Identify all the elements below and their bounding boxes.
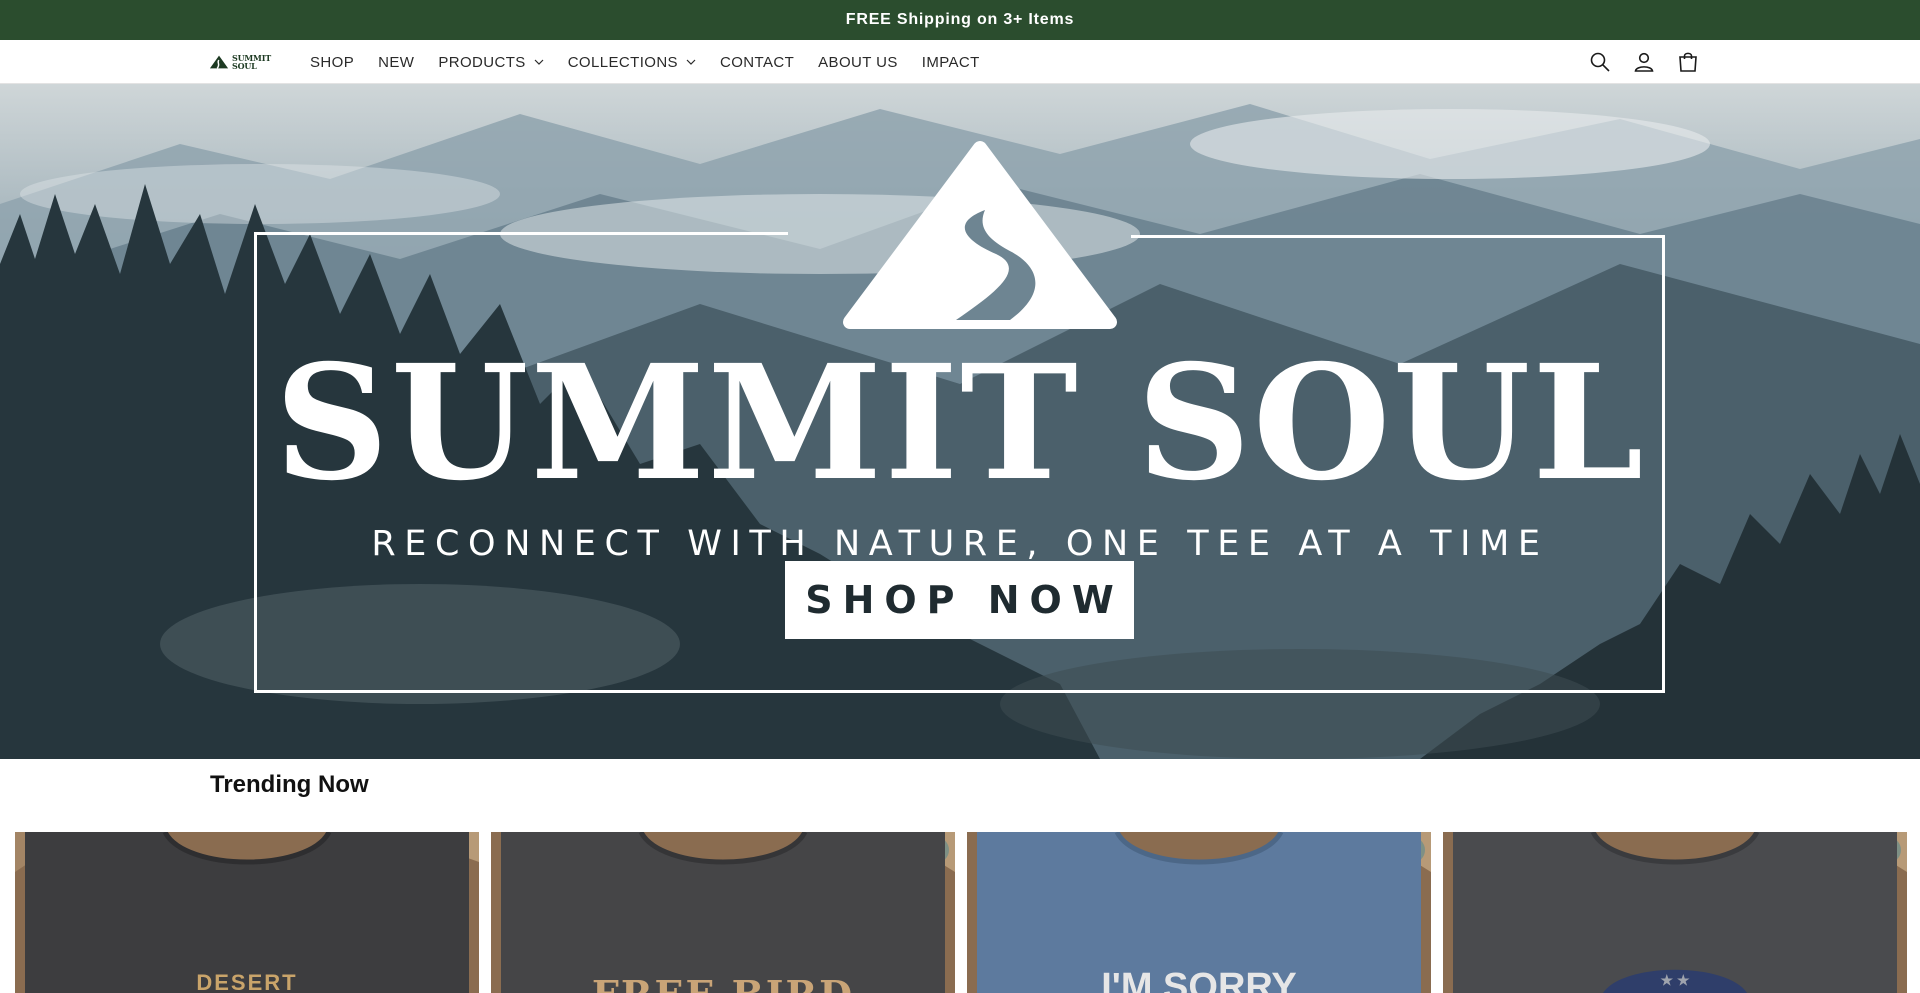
account-icon bbox=[1634, 52, 1654, 72]
product-card[interactable]: I'M SORRY bbox=[967, 832, 1431, 993]
announcement-text: FREE Shipping on 3+ Items bbox=[845, 11, 1075, 28]
nav-item-collections[interactable]: COLLECTIONS bbox=[556, 40, 708, 84]
nav-item-label: NEW bbox=[378, 53, 415, 71]
nav-item-shop[interactable]: SHOP bbox=[298, 40, 366, 84]
nav-item-label: ABOUT US bbox=[818, 53, 898, 71]
nav-item-products[interactable]: PRODUCTS bbox=[426, 40, 555, 84]
cart-button[interactable] bbox=[1676, 50, 1700, 74]
product-image bbox=[1443, 832, 1907, 993]
nav-item-contact[interactable]: CONTACT bbox=[708, 40, 806, 84]
product-image bbox=[491, 832, 955, 993]
account-button[interactable] bbox=[1632, 50, 1656, 74]
product-grid: DESERT FREE BIRD I'M SORRY ★ bbox=[15, 832, 1907, 993]
product-print-text: ★ ★ bbox=[1660, 972, 1690, 988]
hero-banner: SUMMIT SOUL RECONNECT WITH NATURE, ONE T… bbox=[0, 84, 1920, 759]
product-image bbox=[15, 832, 479, 993]
trending-title: Trending Now bbox=[210, 771, 369, 798]
shop-now-button[interactable]: SHOP NOW bbox=[785, 561, 1134, 639]
nav-item-impact[interactable]: IMPACT bbox=[910, 40, 992, 84]
nav-item-label: SHOP bbox=[310, 53, 355, 71]
search-icon bbox=[1590, 52, 1610, 72]
site-header: SUMMIT SOUL SHOP NEW PRODUCTS COLLECTION… bbox=[0, 40, 1920, 84]
nav-item-label: CONTACT bbox=[719, 53, 795, 71]
logo-text-line2: SOUL bbox=[232, 61, 257, 71]
announcement-bar: FREE Shipping on 3+ Items bbox=[0, 0, 1920, 40]
product-print-text: FREE BIRD bbox=[491, 972, 955, 993]
hero-frame-top-right bbox=[1131, 235, 1664, 238]
nav-item-about-us[interactable]: ABOUT US bbox=[806, 40, 910, 84]
nav-item-label: COLLECTIONS bbox=[567, 53, 678, 71]
hero-tagline: RECONNECT WITH NATURE, ONE TEE AT A TIME bbox=[371, 524, 1549, 564]
product-card[interactable]: ★ ★ bbox=[1443, 832, 1907, 993]
product-print-text: I'M SORRY bbox=[1101, 966, 1297, 993]
chevron-down-icon bbox=[534, 59, 544, 65]
nav-item-label: PRODUCTS bbox=[438, 53, 526, 71]
search-button[interactable] bbox=[1588, 50, 1612, 74]
nav-item-label: IMPACT bbox=[921, 53, 980, 71]
nav-item-new[interactable]: NEW bbox=[366, 40, 426, 84]
hero-frame-top-left bbox=[254, 232, 788, 235]
logo-mountain-icon bbox=[209, 55, 229, 69]
header-icons bbox=[1588, 50, 1700, 74]
product-card[interactable]: DESERT bbox=[15, 832, 479, 993]
logo[interactable]: SUMMIT SOUL bbox=[209, 52, 271, 72]
product-print-text: DESERT bbox=[196, 970, 298, 993]
chevron-down-icon bbox=[686, 59, 696, 65]
hero-frame-bottom bbox=[254, 690, 1665, 693]
product-card[interactable]: FREE BIRD bbox=[491, 832, 955, 993]
cart-icon bbox=[1679, 52, 1697, 72]
hero-title: SUMMIT SOUL bbox=[274, 331, 1646, 516]
main-nav: SHOP NEW PRODUCTS COLLECTIONS CONTACT AB… bbox=[298, 40, 992, 84]
